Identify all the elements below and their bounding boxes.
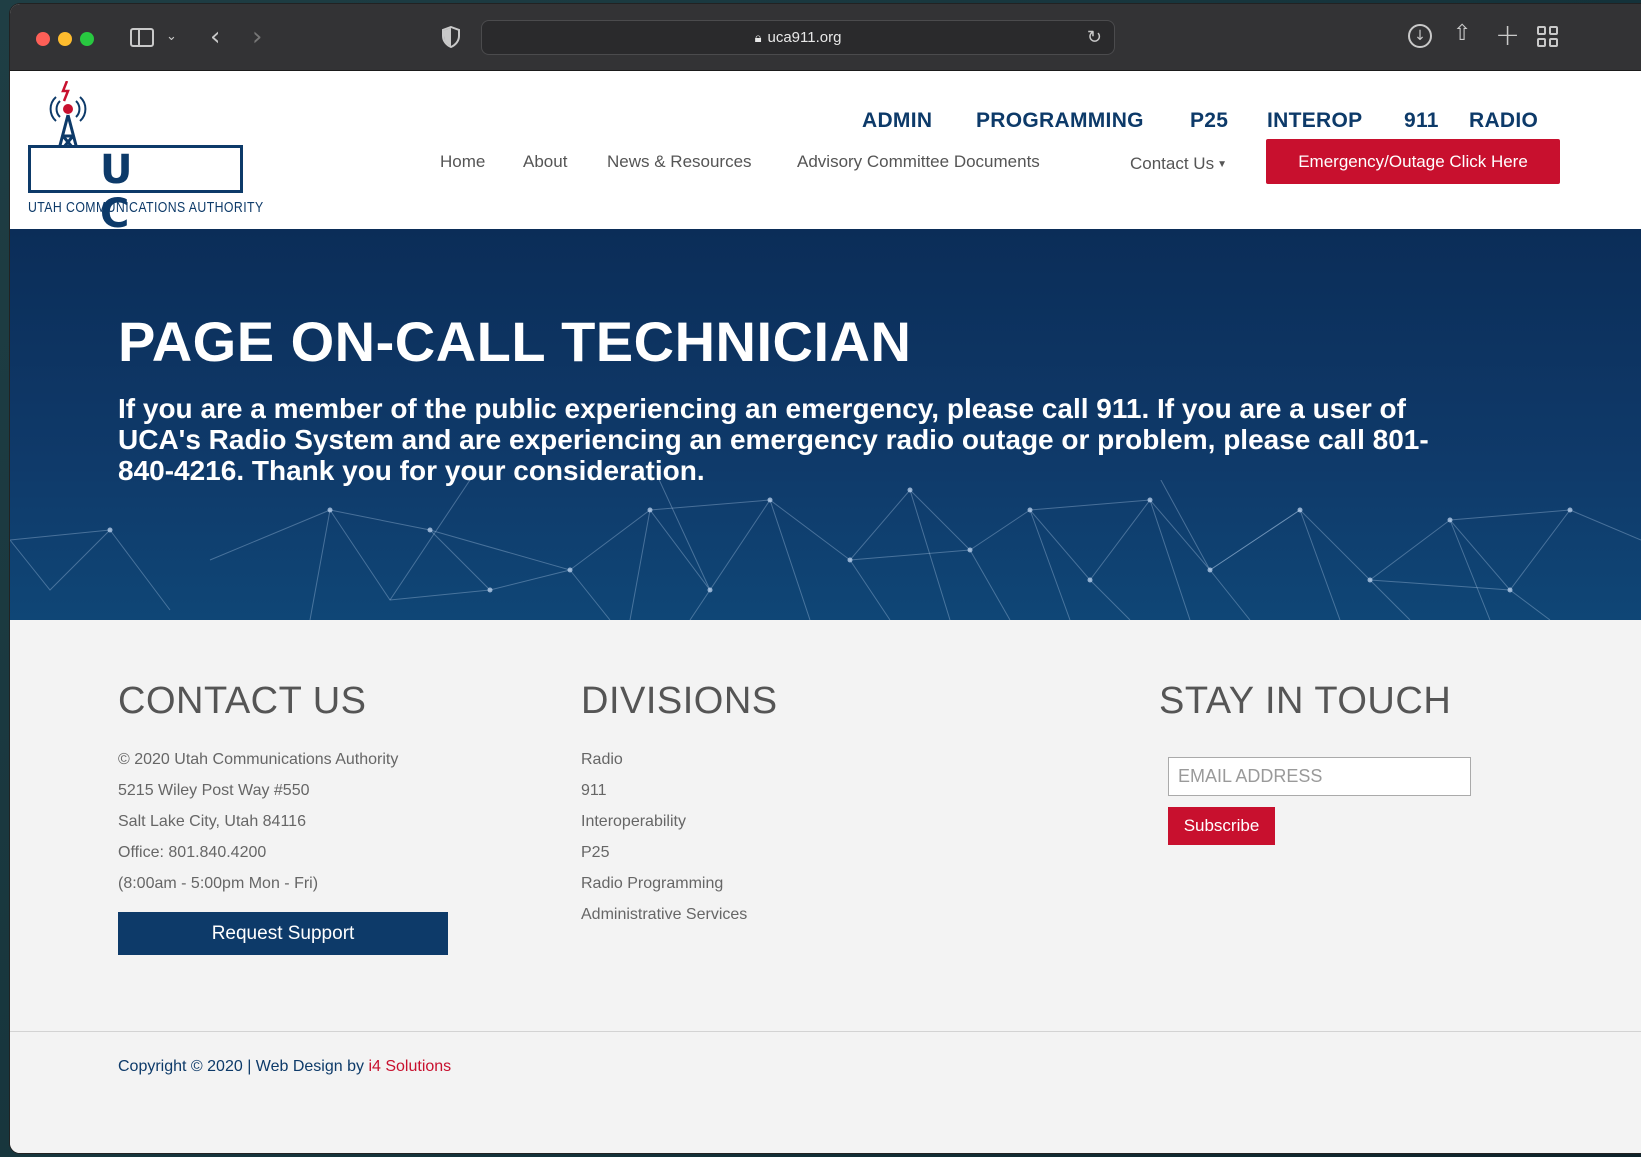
caret-down-icon: ▼: [1217, 159, 1227, 171]
email-address-input[interactable]: [1168, 757, 1471, 796]
division-link-radio[interactable]: Radio: [581, 751, 623, 769]
contact-line: © 2020 Utah Communications Authority: [118, 751, 399, 768]
tab-overview-icon[interactable]: [1537, 26, 1559, 48]
footer-bottom-bar: Copyright © 2020 | Web Design by i4 Solu…: [10, 1031, 1641, 1153]
hero-banner: PAGE ON-CALL TECHNICIAN If you are a mem…: [10, 229, 1641, 620]
forward-arrow-icon[interactable]: ›: [252, 22, 262, 52]
emergency-notice-text: If you are a member of the public experi…: [118, 393, 1429, 486]
privacy-shield-icon[interactable]: [442, 25, 460, 49]
nav-contact-us[interactable]: Contact Us ▼: [1130, 154, 1227, 174]
browser-window: ⌄ ‹ › 🔒︎ uca911.org ↻ ↓ ⇧ + U C UTAH COM…: [10, 4, 1641, 1153]
nav-contact-label: Contact Us: [1130, 154, 1215, 173]
nav-radio[interactable]: RADIO: [1469, 109, 1538, 133]
emergency-outage-button[interactable]: Emergency/Outage Click Here: [1266, 139, 1560, 184]
page-title: PAGE ON-CALL TECHNICIAN: [118, 310, 912, 373]
site-header: U C A UTAH COMMUNICATIONS AUTHORITY ADMI…: [10, 71, 1641, 280]
nav-advisory-documents[interactable]: Advisory Committee Documents: [797, 152, 1040, 172]
zoom-window-button[interactable]: [80, 32, 94, 46]
subscribe-button[interactable]: Subscribe: [1168, 807, 1275, 845]
share-icon[interactable]: ⇧: [1453, 21, 1471, 46]
divisions-heading: DIVISIONS: [581, 680, 778, 722]
url-text: uca911.org: [767, 29, 842, 46]
copyright-text: Copyright © 2020 | Web Design by i4 Solu…: [118, 1058, 451, 1076]
i4-solutions-link[interactable]: i4 Solutions: [368, 1058, 451, 1075]
close-window-button[interactable]: [36, 32, 50, 46]
division-link-911[interactable]: 911: [581, 782, 607, 800]
nav-admin[interactable]: ADMIN: [862, 109, 932, 133]
new-tab-icon[interactable]: +: [1495, 18, 1520, 53]
copyright-prefix: Copyright © 2020 | Web Design by: [118, 1058, 369, 1075]
request-support-button[interactable]: Request Support: [118, 912, 448, 955]
sidebar-toggle-icon[interactable]: [130, 28, 154, 47]
logo-letters: U C A: [100, 147, 155, 280]
division-link-radio-programming[interactable]: Radio Programming: [581, 875, 723, 893]
back-arrow-icon[interactable]: ‹: [210, 22, 220, 52]
contact-line: Salt Lake City, Utah 84116: [118, 813, 306, 830]
browser-toolbar: ⌄ ‹ › 🔒︎ uca911.org ↻ ↓ ⇧ +: [10, 4, 1641, 71]
nav-interop[interactable]: INTEROP: [1267, 109, 1362, 133]
nav-programming[interactable]: PROGRAMMING: [976, 109, 1144, 133]
logo-tagline: UTAH COMMUNICATIONS AUTHORITY: [28, 199, 264, 216]
nav-p25[interactable]: P25: [1190, 109, 1228, 133]
division-link-administrative-services[interactable]: Administrative Services: [581, 906, 747, 924]
contact-line: Office: 801.840.4200: [118, 844, 267, 861]
nav-about[interactable]: About: [523, 152, 567, 172]
network-pattern-graphic: [10, 480, 1641, 620]
nav-news-resources[interactable]: News & Resources: [607, 152, 752, 172]
nav-911[interactable]: 911: [1404, 109, 1439, 133]
minimize-window-button[interactable]: [58, 32, 72, 46]
uca-logo[interactable]: U C A UTAH COMMUNICATIONS AUTHORITY: [28, 81, 264, 280]
chevron-down-icon[interactable]: ⌄: [166, 29, 177, 44]
contact-us-heading: CONTACT US: [118, 680, 367, 722]
download-icon[interactable]: ↓: [1408, 24, 1432, 48]
nav-home[interactable]: Home: [440, 152, 485, 172]
stay-in-touch-heading: STAY IN TOUCH: [1159, 680, 1452, 722]
division-link-p25[interactable]: P25: [581, 844, 609, 862]
lock-icon: 🔒︎: [754, 29, 762, 45]
footer-columns: CONTACT US © 2020 Utah Communications Au…: [10, 620, 1641, 1031]
contact-line: (8:00am - 5:00pm Mon - Fri): [118, 875, 319, 892]
reload-icon[interactable]: ↻: [1087, 27, 1102, 48]
division-link-interoperability[interactable]: Interoperability: [581, 813, 686, 831]
contact-line: 5215 Wiley Post Way #550: [118, 782, 310, 799]
address-bar[interactable]: 🔒︎ uca911.org ↻: [481, 20, 1115, 55]
